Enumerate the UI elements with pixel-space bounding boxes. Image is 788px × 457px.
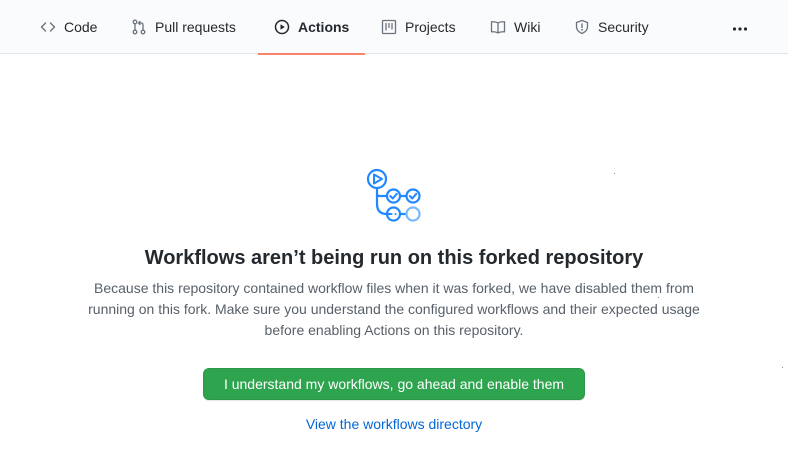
more-tabs-button[interactable]	[726, 17, 754, 41]
view-workflows-directory-link[interactable]: View the workflows directory	[0, 416, 788, 432]
stray-pixel	[658, 297, 659, 298]
tab-code-label: Code	[64, 19, 98, 35]
project-icon	[381, 19, 397, 35]
blankslate-title: Workflows aren’t being run on this forke…	[144, 247, 644, 269]
book-icon	[490, 19, 506, 35]
tab-projects[interactable]: Projects	[381, 0, 456, 54]
kebab-horizontal-icon	[732, 21, 748, 37]
stray-pixel	[614, 173, 615, 174]
tab-projects-label: Projects	[405, 19, 456, 35]
tab-pull-requests[interactable]: Pull requests	[131, 0, 236, 54]
tab-security-label: Security	[598, 19, 649, 35]
repo-nav-tabs: Code Pull requests Actions Projects Wiki…	[0, 0, 788, 55]
tab-wiki-label: Wiki	[514, 19, 541, 35]
tab-actions-label: Actions	[298, 19, 350, 35]
git-pull-request-icon	[131, 19, 147, 35]
tab-security[interactable]: Security	[574, 0, 649, 54]
stray-pixel	[782, 367, 783, 368]
blankslate-description: Because this repository contained workfl…	[88, 280, 700, 338]
tab-pull-requests-label: Pull requests	[155, 19, 236, 35]
code-icon	[40, 19, 56, 35]
enable-workflows-button[interactable]: I understand my workflows, go ahead and …	[203, 368, 585, 400]
tab-code[interactable]: Code	[40, 0, 97, 54]
play-icon	[274, 19, 290, 35]
tab-wiki[interactable]: Wiki	[490, 0, 540, 54]
tab-actions[interactable]: Actions	[258, 0, 365, 55]
shield-icon	[574, 19, 590, 35]
workflow-icon	[365, 166, 423, 224]
